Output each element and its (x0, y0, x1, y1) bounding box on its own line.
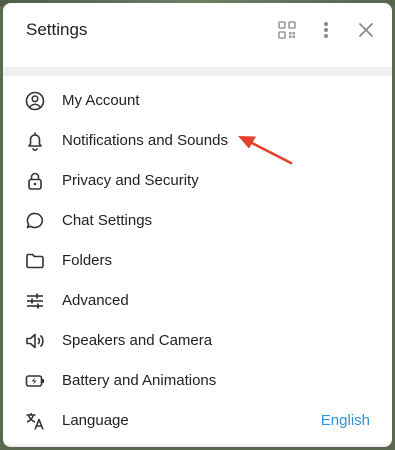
menu-item-privacy[interactable]: Privacy and Security (3, 161, 392, 201)
qr-code-icon[interactable] (276, 19, 298, 41)
speaker-icon (24, 330, 46, 352)
annotation-arrow-icon (238, 136, 293, 165)
menu-item-label: Privacy and Security (62, 172, 199, 189)
menu-item-label: Chat Settings (62, 212, 153, 229)
settings-menu: My Account Notifications and Sounds Priv… (3, 81, 392, 441)
menu-item-notifications[interactable]: Notifications and Sounds (3, 121, 392, 161)
sliders-icon (24, 290, 46, 312)
menu-item-advanced[interactable]: Advanced (3, 281, 392, 321)
bell-icon (24, 130, 46, 152)
menu-item-label: Advanced (62, 292, 129, 309)
chat-bubble-icon (24, 210, 46, 232)
menu-item-battery[interactable]: Battery and Animations (3, 361, 392, 401)
menu-item-language[interactable]: Language English (3, 401, 392, 441)
menu-item-folders[interactable]: Folders (3, 241, 392, 281)
menu-item-label: Notifications and Sounds (62, 132, 228, 149)
menu-item-label: My Account (62, 92, 140, 109)
menu-item-label: Speakers and Camera (62, 332, 213, 349)
settings-panel: Settings My Account Notifications and So… (3, 3, 392, 447)
menu-item-speakers-camera[interactable]: Speakers and Camera (3, 321, 392, 361)
account-icon (24, 90, 46, 112)
menu-item-label: Battery and Animations (62, 372, 217, 389)
menu-item-label: Folders (62, 252, 113, 269)
language-value: English (320, 412, 370, 429)
menu-item-my-account[interactable]: My Account (3, 81, 392, 121)
page-title: Settings (26, 20, 88, 39)
more-vertical-icon[interactable] (315, 19, 337, 41)
bottom-divider (3, 443, 392, 447)
language-icon (24, 410, 46, 432)
settings-header: Settings (3, 3, 392, 59)
battery-icon (24, 370, 46, 392)
lock-icon (24, 170, 46, 192)
folder-icon (24, 250, 46, 272)
menu-item-label: Language (62, 412, 129, 429)
close-icon[interactable] (355, 19, 377, 41)
menu-item-chat-settings[interactable]: Chat Settings (3, 201, 392, 241)
section-divider (3, 67, 392, 76)
